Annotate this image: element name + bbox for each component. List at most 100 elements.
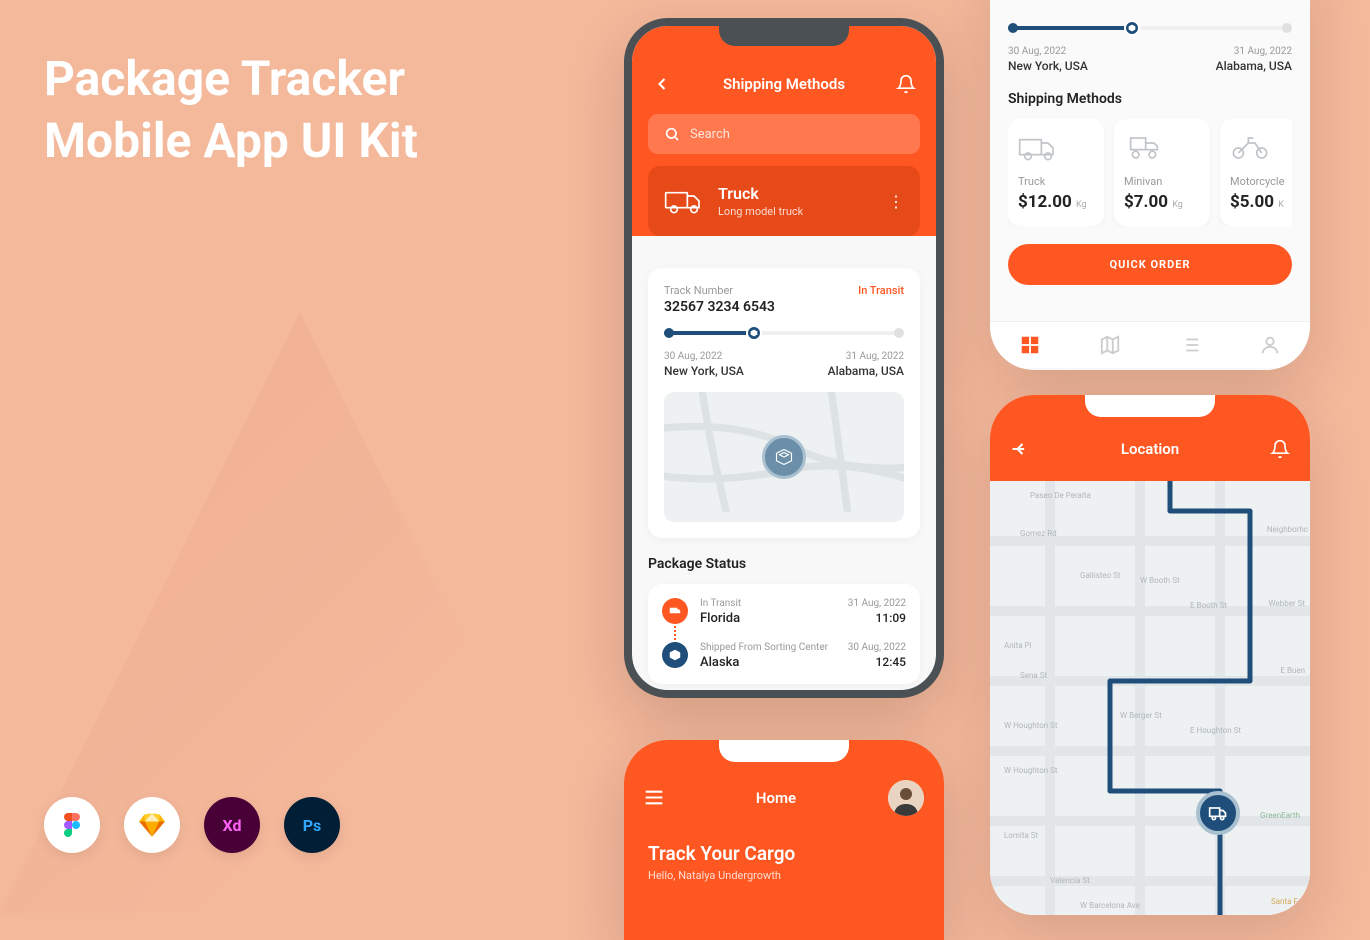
status-label: In Transit bbox=[700, 598, 836, 609]
street-label: Valencia St bbox=[1050, 876, 1090, 885]
hero-line-1: Package Tracker bbox=[44, 48, 418, 110]
photoshop-icon: Ps bbox=[284, 797, 340, 853]
home-title: Track Your Cargo bbox=[648, 842, 920, 865]
minivan-icon bbox=[1124, 133, 1164, 163]
status-label: Shipped From Sorting Center bbox=[700, 642, 836, 653]
street-label: Webber St bbox=[1268, 599, 1305, 608]
method-price: $5.00 K bbox=[1230, 192, 1292, 212]
figma-icon bbox=[44, 797, 100, 853]
status-date: 31 Aug, 2022 bbox=[848, 598, 906, 609]
progress-current-icon bbox=[1124, 20, 1140, 36]
status-row: In Transit Florida 31 Aug, 2022 11:09 bbox=[662, 598, 906, 626]
street-label: W Berger St bbox=[1120, 711, 1162, 720]
to-date: 31 Aug, 2022 bbox=[1216, 46, 1292, 57]
to-date: 31 Aug, 2022 bbox=[828, 351, 904, 362]
search-input[interactable] bbox=[690, 127, 904, 142]
street-label: E Houghton St bbox=[1190, 726, 1241, 735]
tab-grid-icon[interactable] bbox=[1019, 334, 1041, 356]
search-icon bbox=[664, 126, 680, 142]
back-icon[interactable] bbox=[652, 74, 672, 94]
street-label: W Houghton St bbox=[1004, 766, 1058, 775]
shipping-methods-title: Shipping Methods bbox=[1008, 91, 1292, 107]
tool-icons-row: Xd Ps bbox=[44, 797, 340, 853]
bell-icon[interactable] bbox=[896, 74, 916, 94]
shipping-method-list[interactable]: Truck $12.00 Kg Minivan $7.00 Kg Motorcy… bbox=[1008, 119, 1292, 226]
to-location: Alabama, USA bbox=[1216, 59, 1292, 73]
street-label: Santa Fe bbox=[1271, 897, 1302, 906]
street-label: E Buen bbox=[1280, 666, 1305, 675]
header-title: Shipping Methods bbox=[723, 75, 845, 93]
phone-notch bbox=[1085, 395, 1215, 417]
phone-notch bbox=[719, 26, 849, 46]
truck-icon bbox=[664, 186, 704, 216]
method-name: Motorcycle bbox=[1230, 175, 1292, 188]
map-full[interactable]: Paseo De Peralta Gomez Rd Neighborhc Gal… bbox=[990, 481, 1310, 915]
to-location: Alabama, USA bbox=[828, 364, 904, 378]
from-date: 30 Aug, 2022 bbox=[664, 351, 744, 362]
phone-notch bbox=[719, 740, 849, 762]
street-label: GreenEarth bbox=[1260, 811, 1300, 820]
truck-subtitle: Long model truck bbox=[718, 205, 874, 218]
track-card: Track Number 32567 3234 6543 In Transit … bbox=[648, 268, 920, 538]
phone-shipping-options: 30 Aug, 2022 New York, USA 31 Aug, 2022 … bbox=[990, 0, 1310, 370]
adobe-xd-icon: Xd bbox=[204, 797, 260, 853]
avatar[interactable] bbox=[888, 780, 924, 816]
street-label: W Barcelona Ave bbox=[1080, 901, 1140, 910]
from-location: New York, USA bbox=[664, 364, 744, 378]
street-label: Lomita St bbox=[1004, 831, 1038, 840]
status-date: 30 Aug, 2022 bbox=[848, 642, 906, 653]
phone-home: Home Track Your Cargo Hello, Natalya Und… bbox=[624, 740, 944, 940]
motorcycle-icon bbox=[1230, 133, 1270, 163]
tab-profile-icon[interactable] bbox=[1259, 334, 1281, 356]
method-name: Truck bbox=[1018, 175, 1094, 188]
status-location: Florida bbox=[700, 611, 836, 626]
progress-bar bbox=[1008, 26, 1292, 30]
street-label: W Booth St bbox=[1140, 576, 1180, 585]
status-time: 12:45 bbox=[848, 655, 906, 669]
truck-icon bbox=[1018, 133, 1058, 163]
method-price: $12.00 Kg bbox=[1018, 192, 1094, 212]
more-dots-icon[interactable]: ⋮ bbox=[888, 192, 904, 211]
truck-card[interactable]: Truck Long model truck ⋮ bbox=[648, 166, 920, 236]
street-label: Anita Pl bbox=[1004, 641, 1032, 650]
tab-list-icon[interactable] bbox=[1179, 334, 1201, 356]
method-card-truck[interactable]: Truck $12.00 Kg bbox=[1008, 119, 1104, 226]
method-name: Minivan bbox=[1124, 175, 1200, 188]
home-subtitle: Hello, Natalya Undergrowth bbox=[648, 869, 920, 882]
header-orange: Shipping Methods Truck Long model truck … bbox=[632, 26, 936, 236]
search-bar[interactable] bbox=[648, 114, 920, 154]
map-pin-icon bbox=[762, 435, 806, 479]
tab-bar bbox=[990, 321, 1310, 368]
status-row: Shipped From Sorting Center Alaska 30 Au… bbox=[662, 642, 906, 670]
sketch-icon bbox=[124, 797, 180, 853]
sorting-center-icon bbox=[662, 642, 688, 668]
truck-title: Truck bbox=[718, 184, 874, 203]
street-label: E Booth St bbox=[1190, 601, 1227, 610]
truck-pin-icon bbox=[1196, 791, 1240, 835]
tab-map-icon[interactable] bbox=[1099, 334, 1121, 356]
progress-current-icon bbox=[746, 325, 762, 341]
transit-icon bbox=[662, 598, 688, 624]
header-title: Home bbox=[756, 789, 796, 807]
method-card-motorcycle[interactable]: Motorcycle $5.00 K bbox=[1220, 119, 1292, 226]
quick-order-button[interactable]: Quick Order bbox=[1008, 244, 1292, 285]
track-status: In Transit bbox=[858, 284, 904, 297]
map-preview[interactable] bbox=[664, 392, 904, 522]
phone-shipping-methods: Shipping Methods Truck Long model truck … bbox=[624, 18, 944, 698]
package-status-card: In Transit Florida 31 Aug, 2022 11:09 Sh… bbox=[648, 584, 920, 684]
method-card-minivan[interactable]: Minivan $7.00 Kg bbox=[1114, 119, 1210, 226]
back-icon[interactable] bbox=[1010, 439, 1030, 459]
header-title: Location bbox=[1121, 440, 1179, 458]
street-label: W Houghton St bbox=[1004, 721, 1058, 730]
bell-icon[interactable] bbox=[1270, 439, 1290, 459]
street-label: Gomez Rd bbox=[1020, 529, 1057, 538]
track-number: 32567 3234 6543 bbox=[664, 299, 775, 315]
street-label: Gallisteo St bbox=[1080, 571, 1121, 580]
hero-title: Package Tracker Mobile App UI Kit bbox=[44, 48, 418, 173]
track-number-label: Track Number bbox=[664, 284, 775, 297]
package-status-title: Package Status bbox=[648, 556, 920, 572]
menu-icon[interactable] bbox=[644, 790, 664, 806]
from-location: New York, USA bbox=[1008, 59, 1088, 73]
from-date: 30 Aug, 2022 bbox=[1008, 46, 1088, 57]
method-price: $7.00 Kg bbox=[1124, 192, 1200, 212]
